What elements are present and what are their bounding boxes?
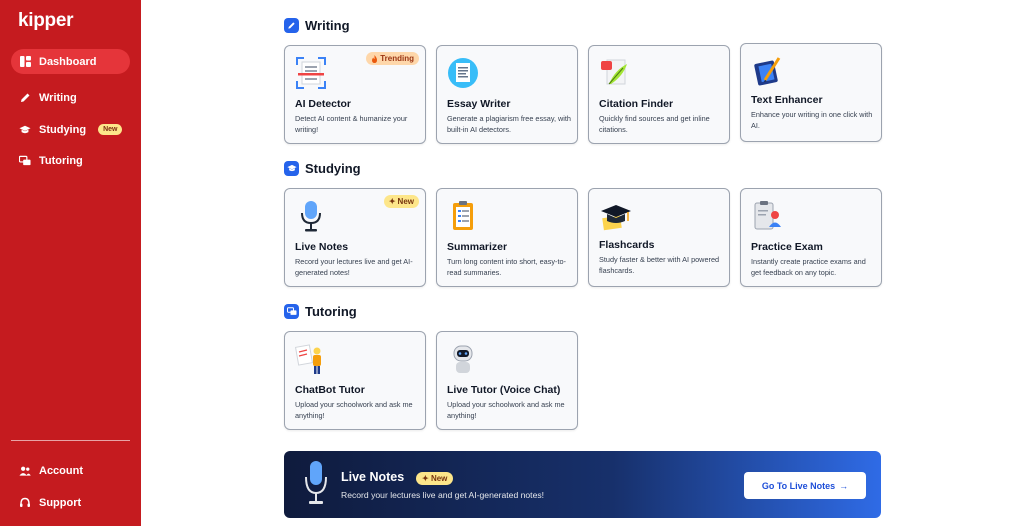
card-description: Record your lectures live and get AI-gen…: [295, 257, 413, 277]
section-title-studying: Studying: [284, 161, 361, 176]
card-flashcards[interactable]: Flashcards Study faster & better with AI…: [588, 188, 730, 287]
sidebar-divider: [11, 440, 130, 441]
card-citation-finder[interactable]: Citation Finder Quickly find sources and…: [588, 45, 730, 144]
banner-subtitle: Record your lectures live and get AI-gen…: [341, 490, 545, 500]
pencil-icon: [19, 92, 31, 104]
badge-label: New: [430, 474, 448, 483]
card-title: Essay Writer: [447, 98, 511, 110]
graduation-cap-icon: [284, 161, 299, 176]
sidebar-item-studying[interactable]: Studying New: [11, 117, 130, 142]
arrow-right-icon: →: [839, 480, 849, 491]
badge-label: New: [397, 197, 414, 206]
trending-badge: Trending: [366, 52, 419, 65]
sidebar-item-label: Studying: [39, 123, 87, 136]
new-badge: ✦ New: [416, 472, 454, 485]
card-description: Generate a plagiarism free essay, with b…: [447, 114, 571, 134]
card-summarizer[interactable]: Summarizer Turn long content into short,…: [436, 188, 578, 287]
notebook-pen-icon: [754, 57, 781, 86]
sidebar-item-account[interactable]: Account: [11, 458, 130, 483]
robot-icon: [453, 345, 473, 373]
card-title: Text Enhancer: [751, 94, 823, 106]
card-title: Practice Exam: [751, 241, 823, 253]
card-title: Citation Finder: [599, 98, 674, 110]
microphone-icon: [305, 461, 327, 504]
section-title-writing: Writing: [284, 18, 350, 33]
graduation-cap-icon: [19, 124, 31, 136]
badge-label: Trending: [380, 54, 414, 63]
card-title: Live Notes: [295, 241, 349, 253]
card-ai-detector[interactable]: Trending AI Detector Detect AI content &…: [284, 45, 426, 144]
card-description: Upload your schoolwork and ask me anythi…: [447, 400, 565, 420]
brand-logo[interactable]: kipper: [18, 10, 74, 32]
essay-document-icon: [448, 58, 478, 88]
mortarboard-icon: [601, 205, 631, 231]
tutor-person-icon: [295, 344, 321, 374]
users-icon: [19, 465, 31, 477]
card-title: AI Detector: [295, 98, 352, 110]
go-to-live-notes-button[interactable]: Go To Live Notes →: [744, 472, 866, 499]
section-title-tutoring: Tutoring: [284, 304, 357, 319]
sidebar-item-label: Writing: [39, 91, 77, 104]
banner-title: Live Notes: [341, 470, 405, 484]
card-essay-writer[interactable]: Essay Writer Generate a plagiarism free …: [436, 45, 578, 144]
scan-document-icon: [296, 57, 326, 89]
sidebar-item-label: Support: [39, 496, 82, 509]
section-heading: Writing: [305, 18, 350, 33]
section-heading: Tutoring: [305, 304, 357, 319]
sidebar: kipper Dashboard Writing Studying New Tu…: [0, 0, 141, 526]
card-title: ChatBot Tutor: [295, 384, 365, 396]
sidebar-item-label: Dashboard: [39, 55, 97, 68]
card-title: Live Tutor (Voice Chat): [447, 384, 561, 396]
chat-bubbles-icon: [19, 155, 31, 167]
citation-quill-icon: [601, 59, 627, 85]
card-description: Upload your schoolwork and ask me anythi…: [295, 400, 413, 420]
card-live-notes[interactable]: ✦ New Live Notes Record your lectures li…: [284, 188, 426, 287]
card-description: Turn long content into short, easy-to-re…: [447, 257, 566, 277]
headset-icon: [19, 497, 31, 509]
card-description: Enhance your writing in one click with A…: [751, 110, 873, 130]
exam-clipboard-icon: [754, 201, 781, 230]
sidebar-item-tutoring[interactable]: Tutoring: [11, 148, 130, 173]
card-description: Instantly create practice exams and get …: [751, 257, 866, 277]
card-practice-exam[interactable]: Practice Exam Instantly create practice …: [740, 188, 882, 287]
microphone-icon: [301, 201, 321, 232]
button-label: Go To Live Notes: [761, 480, 836, 491]
sidebar-item-support[interactable]: Support: [11, 490, 130, 515]
app-root: kipper Dashboard Writing Studying New Tu…: [0, 0, 1024, 526]
section-heading: Studying: [305, 161, 361, 176]
flame-icon: [372, 54, 378, 63]
card-title: Summarizer: [447, 241, 508, 253]
card-live-tutor[interactable]: Live Tutor (Voice Chat) Upload your scho…: [436, 331, 578, 430]
card-chatbot-tutor[interactable]: ChatBot Tutor Upload your schoolwork and…: [284, 331, 426, 430]
grid-icon: [19, 56, 31, 68]
card-description: Detect AI content & humanize your writin…: [295, 114, 408, 134]
sidebar-item-writing[interactable]: Writing: [11, 85, 130, 110]
card-description: Study faster & better with AI powered fl…: [599, 255, 720, 275]
chat-bubbles-icon: [284, 304, 299, 319]
sidebar-item-label: Tutoring: [39, 154, 83, 167]
card-text-enhancer[interactable]: Text Enhancer Enhance your writing in on…: [740, 43, 882, 142]
new-badge: New: [98, 124, 123, 135]
sidebar-item-dashboard[interactable]: Dashboard: [11, 49, 130, 74]
card-title: Flashcards: [599, 239, 655, 251]
new-badge: ✦ New: [383, 195, 419, 208]
card-description: Quickly find sources and get inline cita…: [599, 114, 710, 134]
pencil-icon: [284, 18, 299, 33]
sparkle-icon: ✦: [388, 197, 396, 206]
sparkle-icon: ✦: [422, 474, 429, 483]
clipboard-list-icon: [453, 201, 473, 230]
sidebar-item-label: Account: [39, 464, 83, 477]
live-notes-banner: Live Notes ✦ New Record your lectures li…: [284, 451, 881, 518]
